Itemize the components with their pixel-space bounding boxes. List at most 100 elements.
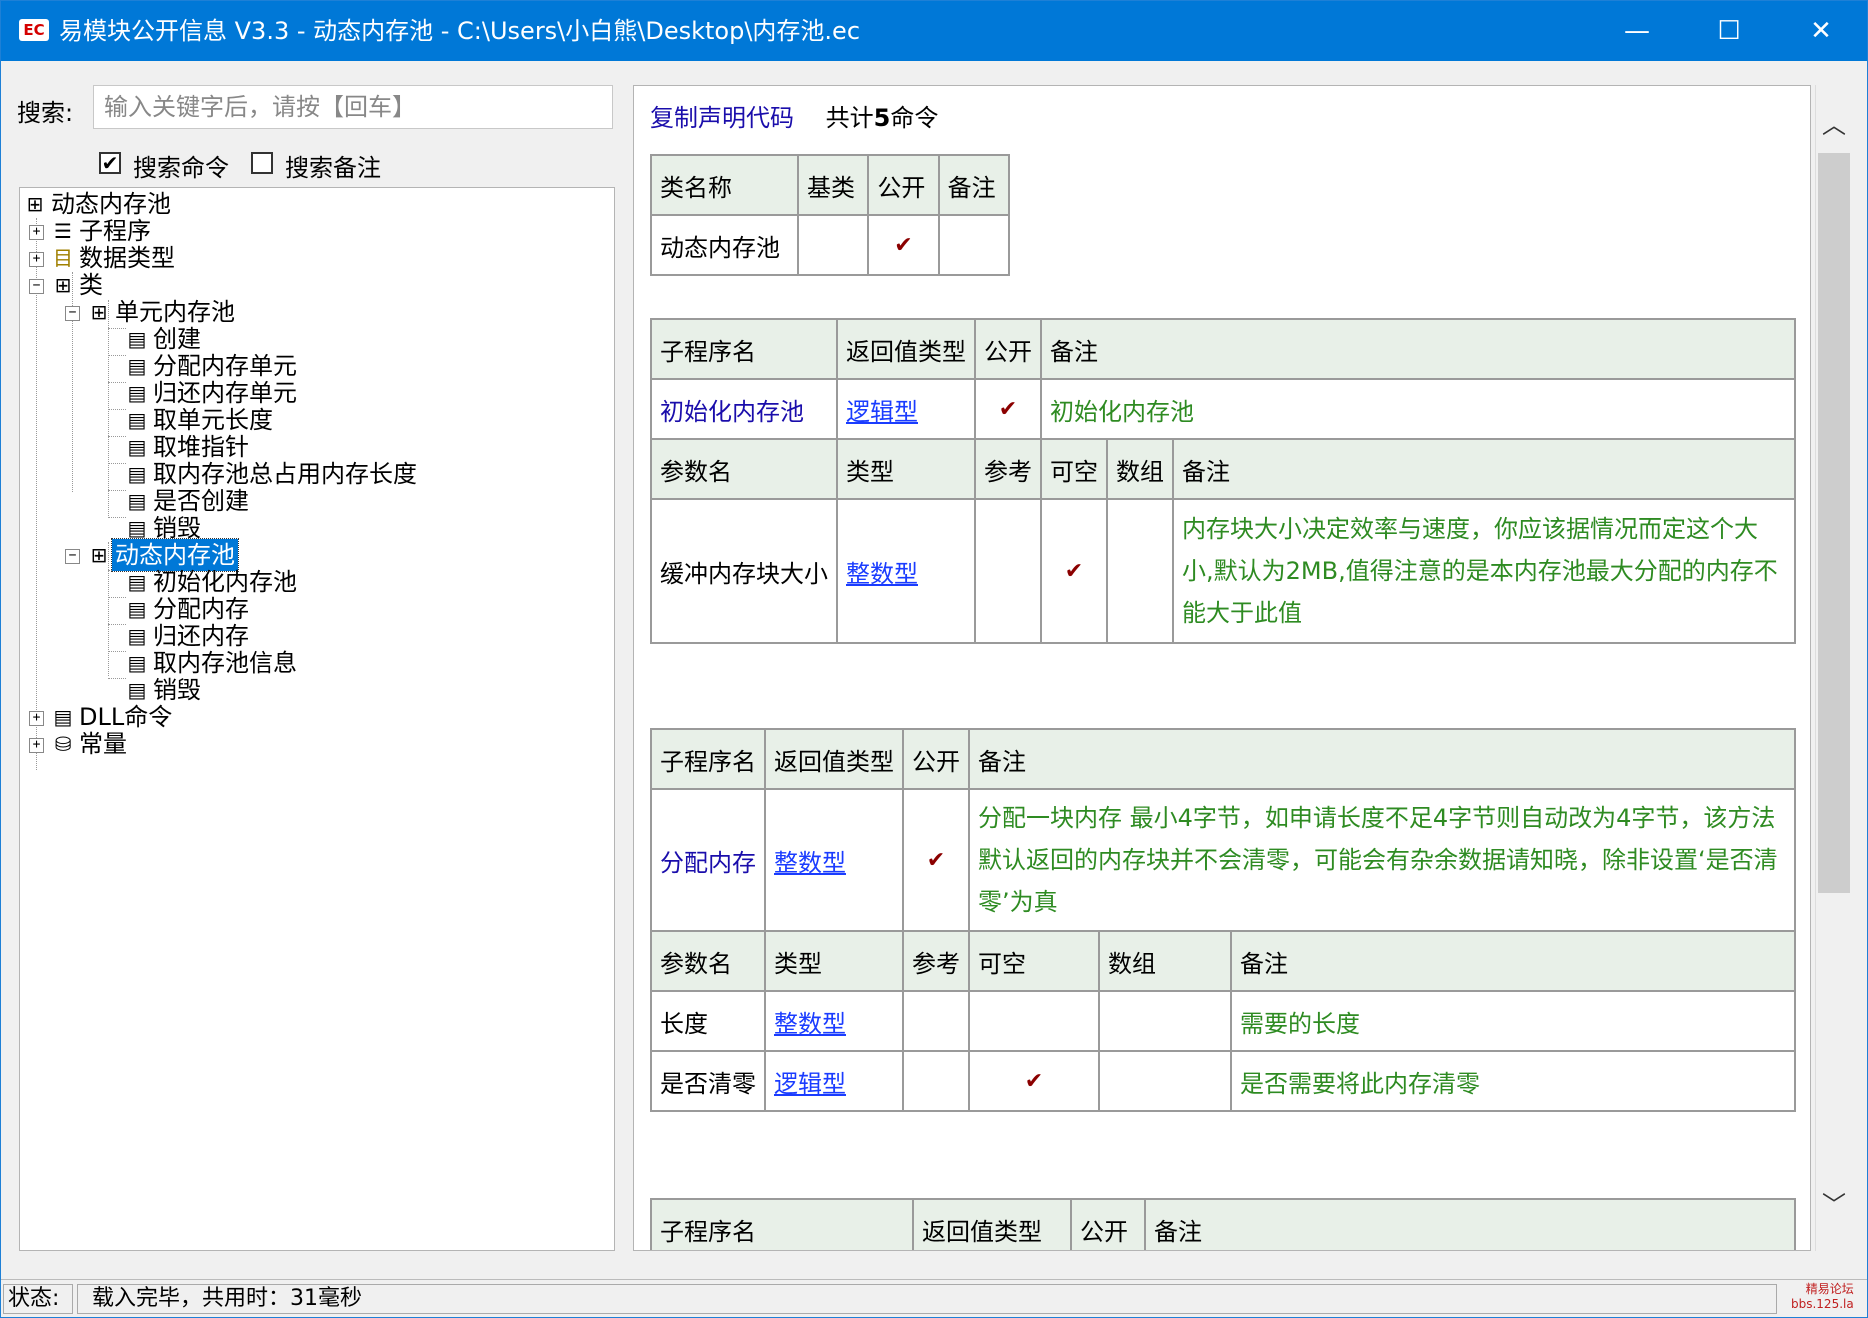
database-icon: ⛁ — [54, 732, 72, 756]
param-note: 是否需要将此内存清零 — [1230, 1050, 1796, 1112]
param-ref — [974, 498, 1042, 644]
param-name: 长度 — [650, 990, 766, 1052]
return-type-link[interactable]: 整数型 — [774, 849, 846, 877]
param-array — [1098, 990, 1232, 1052]
app-window: EC 易模块公开信息 V3.3 - 动态内存池 - C:\Users\小白熊\D… — [0, 0, 1868, 1318]
title-bar: EC 易模块公开信息 V3.3 - 动态内存池 - C:\Users\小白熊\D… — [1, 1, 1867, 61]
search-label: 搜索: — [17, 99, 74, 127]
table-header: 类型 — [764, 930, 904, 992]
table-header: 备注 — [1144, 1198, 1796, 1250]
copy-declaration-link[interactable]: 复制声明代码 — [650, 104, 794, 132]
subprogram-table: 子程序名 返回值类型 公开 备注 分配内存 整数型 ✔ 分配一块内存 最小4字节… — [650, 728, 1796, 1112]
table-row: 分配内存 整数型 ✔ 分配一块内存 最小4字节，如申请长度不足4字节则自动改为4… — [650, 788, 1796, 932]
table-header: 参数名 — [650, 438, 838, 500]
table-header: 参数名 — [650, 930, 766, 992]
public-check-icon: ✔ — [867, 214, 940, 276]
table-header: 返回值类型 — [912, 1198, 1072, 1250]
collapse-icon[interactable]: − — [29, 279, 44, 294]
param-type-link[interactable]: 整数型 — [846, 560, 918, 588]
subprogram-note: 分配一块内存 最小4字节，如申请长度不足4字节则自动改为4字节，该方法默认返回的… — [968, 788, 1796, 932]
class-tree-icon: ⊞ — [26, 192, 44, 216]
table-header: 参考 — [974, 438, 1042, 500]
public-check-icon: ✔ — [902, 788, 970, 932]
subprogram-table: 子程序名 返回值类型 公开 备注 初始化内存池 逻辑型 ✔ 初始化内存池 参数名… — [650, 318, 1796, 644]
expand-icon[interactable]: + — [29, 711, 44, 726]
class-base — [797, 214, 870, 276]
table-row: 缓冲内存块大小 整数型 ✔ 内存块大小决定效率与速度，你应该据情况而定这个大小,… — [650, 498, 1796, 644]
subprogram-table: 子程序名 返回值类型 公开 备注 — [650, 1198, 1796, 1250]
tree-node-constants[interactable]: ⛁ 常量 — [50, 728, 130, 760]
class-tree-icon: ⊞ — [54, 273, 72, 297]
search-command-label[interactable]: 搜索命令 — [133, 148, 229, 183]
table-header: 类型 — [836, 438, 976, 500]
search-note-label[interactable]: 搜索备注 — [285, 148, 381, 183]
table-header: 备注 — [1040, 318, 1796, 380]
table-header: 数组 — [1106, 438, 1174, 500]
scroll-up-icon[interactable]: ︿ — [1816, 105, 1852, 145]
table-header: 返回值类型 — [836, 318, 976, 380]
class-tree-icon: ⊞ — [90, 543, 108, 567]
public-check-icon: ✔ — [974, 378, 1042, 440]
detail-panel: 复制声明代码 共计5命令 类名称 基类 公开 备注 动态内存池 ✔ 子程序名 返… — [633, 85, 1811, 1251]
param-array — [1098, 1050, 1232, 1112]
close-button[interactable]: ✕ — [1775, 1, 1867, 61]
vertical-scrollbar[interactable]: ︿ ﹀ — [1815, 85, 1851, 1251]
param-ref — [902, 1050, 970, 1112]
table-header: 公开 — [974, 318, 1042, 380]
search-note-checkbox[interactable] — [251, 152, 273, 174]
table-header: 可空 — [1040, 438, 1108, 500]
class-tree-icon: ⊞ — [90, 300, 108, 324]
collapse-icon[interactable]: − — [65, 306, 80, 321]
table-row: 长度 整数型 需要的长度 — [650, 990, 1796, 1052]
return-type-link[interactable]: 逻辑型 — [846, 398, 918, 426]
table-header: 参考 — [902, 930, 970, 992]
maximize-button[interactable]: ☐ — [1683, 1, 1775, 61]
status-bar: 状态: 载入完毕，共用时：31毫秒 精易论坛 bbs.125.la — [1, 1279, 1867, 1317]
param-type-link[interactable]: 整数型 — [774, 1010, 846, 1038]
table-header: 子程序名 — [650, 318, 838, 380]
detail-header: 复制声明代码 共计5命令 — [650, 98, 938, 133]
count-suffix: 命令 — [890, 104, 939, 132]
table-header: 备注 — [1230, 930, 1796, 992]
status-label: 状态: — [3, 1284, 73, 1314]
subprogram-name-link[interactable]: 初始化内存池 — [660, 398, 804, 426]
param-name: 是否清零 — [650, 1050, 766, 1112]
nullable-check-icon: ✔ — [1040, 498, 1108, 644]
table-row: 是否清零 逻辑型 ✔ 是否需要将此内存清零 — [650, 1050, 1796, 1112]
table-header: 子程序名 — [650, 728, 766, 790]
table-header: 备注 — [968, 728, 1796, 790]
param-ref — [902, 990, 970, 1052]
table-header: 类名称 — [649, 154, 800, 216]
table-header: 数组 — [1098, 930, 1232, 992]
nullable-check-icon: ✔ — [968, 1050, 1100, 1112]
table-header: 备注 — [937, 154, 1011, 216]
table-header: 公开 — [867, 154, 940, 216]
watermark: 精易论坛 bbs.125.la — [1791, 1282, 1854, 1311]
command-count: 5 — [873, 104, 891, 132]
subprogram-note: 初始化内存池 — [1040, 378, 1796, 440]
module-tree[interactable]: ⊞ 动态内存池 + ☰ 子程序 + 目数据类型 − ⊞ 类 − ⊞ 单元内存池 ▤ 创建 … — [19, 187, 615, 1251]
search-input[interactable]: 输入关键字后，请按【回车】 — [93, 85, 613, 129]
param-type-link[interactable]: 逻辑型 — [774, 1070, 846, 1098]
param-note: 内存块大小决定效率与速度，你应该据情况而定这个大小,默认为2MB,值得注意的是本… — [1172, 498, 1796, 644]
subprogram-name-link[interactable]: 分配内存 — [660, 849, 756, 877]
scrollbar-thumb[interactable] — [1818, 153, 1850, 893]
table-header: 备注 — [1172, 438, 1796, 500]
collapse-icon[interactable]: − — [65, 549, 80, 564]
app-icon: EC — [19, 19, 49, 41]
table-header: 公开 — [902, 728, 970, 790]
param-note: 需要的长度 — [1230, 990, 1796, 1052]
table-header: 返回值类型 — [764, 728, 904, 790]
table-header: 基类 — [797, 154, 870, 216]
class-note — [937, 214, 1011, 276]
param-name: 缓冲内存块大小 — [650, 498, 838, 644]
minimize-button[interactable]: — — [1591, 1, 1683, 61]
window-title: 易模块公开信息 V3.3 - 动态内存池 - C:\Users\小白熊\Desk… — [59, 17, 861, 45]
search-command-checkbox[interactable]: ✔ — [99, 152, 121, 174]
class-table: 类名称 基类 公开 备注 动态内存池 ✔ — [649, 154, 1011, 276]
expand-icon[interactable]: + — [29, 252, 44, 267]
expand-icon[interactable]: + — [29, 738, 44, 753]
scroll-down-icon[interactable]: ﹀ — [1816, 1185, 1852, 1225]
expand-icon[interactable]: + — [29, 225, 44, 240]
table-header: 可空 — [968, 930, 1100, 992]
